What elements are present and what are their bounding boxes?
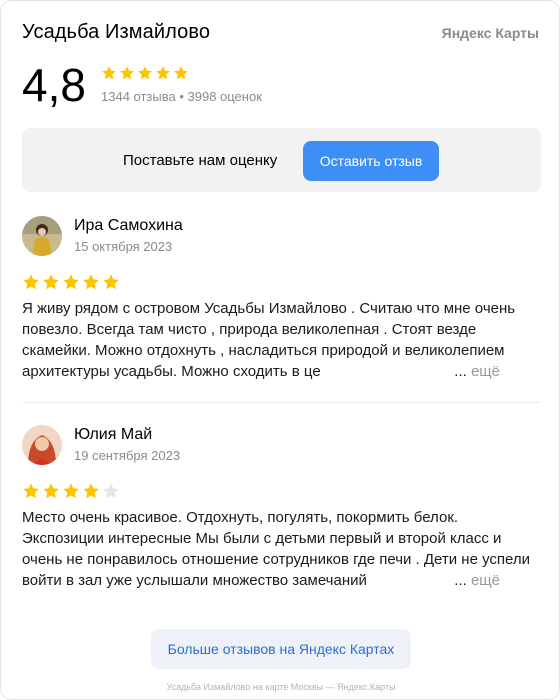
review-stars — [22, 273, 120, 291]
star-icon — [138, 66, 152, 80]
star-icon — [174, 66, 188, 80]
review-author[interactable]: Ира Самохина — [74, 217, 183, 235]
widget-header: Усадьба Измайлово Яндекс Карты — [22, 21, 539, 49]
avatar[interactable] — [22, 216, 62, 256]
star-icon — [120, 66, 134, 80]
footer-link[interactable]: Усадьба Измайлово на карте Москвы — Янде… — [1, 682, 560, 692]
star-icon — [43, 483, 59, 499]
star-icon — [63, 483, 79, 499]
more-reviews-button[interactable]: Больше отзывов на Яндекс Картах — [151, 629, 411, 669]
ellipsis: ... — [454, 572, 467, 589]
yandex-maps-logo[interactable]: Яндекс Карты — [442, 25, 539, 41]
avatar[interactable] — [22, 425, 62, 465]
star-icon — [63, 274, 79, 290]
review-stars — [22, 482, 120, 500]
expand-review-link[interactable]: ... ещё — [452, 570, 500, 591]
more-label: ещё — [470, 572, 500, 589]
divider — [22, 402, 541, 403]
rating-counts: 1344 отзыва • 3998 оценок — [101, 89, 262, 104]
star-icon — [83, 483, 99, 499]
more-label: ещё — [470, 363, 500, 380]
review-date: 19 сентября 2023 — [74, 448, 181, 463]
star-icon — [43, 274, 59, 290]
leave-review-button[interactable]: Оставить отзыв — [303, 141, 439, 181]
star-icon — [102, 66, 116, 80]
summary-stars — [101, 65, 189, 81]
review-author[interactable]: Юлия Май — [74, 426, 152, 444]
review-card: Юлия Май 19 сентября 2023 Место очень кр… — [22, 425, 541, 595]
star-icon — [103, 483, 119, 499]
rate-us-panel: Поставьте нам оценку Оставить отзыв — [22, 128, 541, 192]
average-rating: 4,8 — [22, 59, 86, 111]
star-icon — [23, 483, 39, 499]
star-icon — [83, 274, 99, 290]
ellipsis: ... — [454, 363, 467, 380]
review-card: Ира Самохина 15 октября 2023 Я живу рядо… — [22, 216, 541, 386]
expand-review-link[interactable]: ... ещё — [452, 361, 500, 382]
star-icon — [23, 274, 39, 290]
reviews-widget: Усадьба Измайлово Яндекс Карты 4,8 1344 … — [0, 0, 560, 700]
rate-us-text: Поставьте нам оценку — [123, 152, 278, 169]
review-date: 15 октября 2023 — [74, 239, 173, 254]
star-icon — [156, 66, 170, 80]
star-icon — [103, 274, 119, 290]
